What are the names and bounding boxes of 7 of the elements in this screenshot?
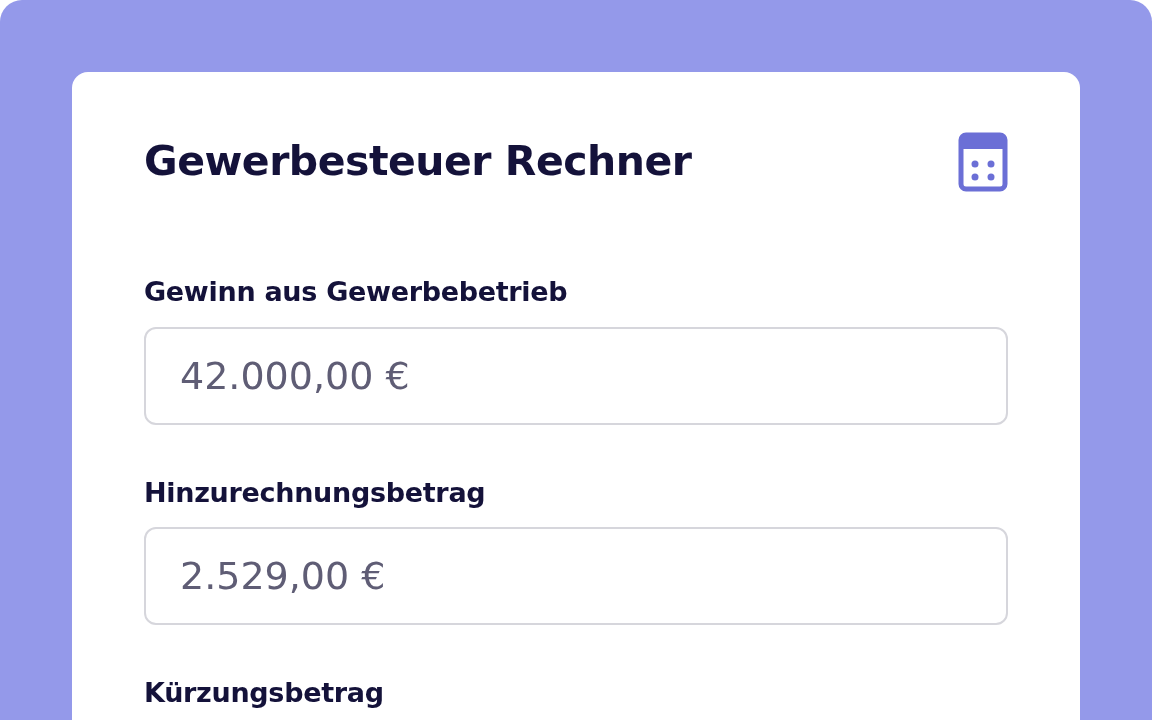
- input-field[interactable]: 2.529,00 €: [144, 527, 1008, 625]
- calculator-icon: [958, 132, 1008, 192]
- card-title: Gewerbesteuer Rechner: [144, 137, 692, 187]
- field-label: Kürzungsbetrag: [144, 676, 384, 710]
- field-label: Gewinn aus Gewerbebetrieb: [144, 275, 568, 309]
- field-label: Hinzurechnungsbetrag: [144, 475, 486, 510]
- input-field[interactable]: 42.000,00 €: [144, 326, 1008, 425]
